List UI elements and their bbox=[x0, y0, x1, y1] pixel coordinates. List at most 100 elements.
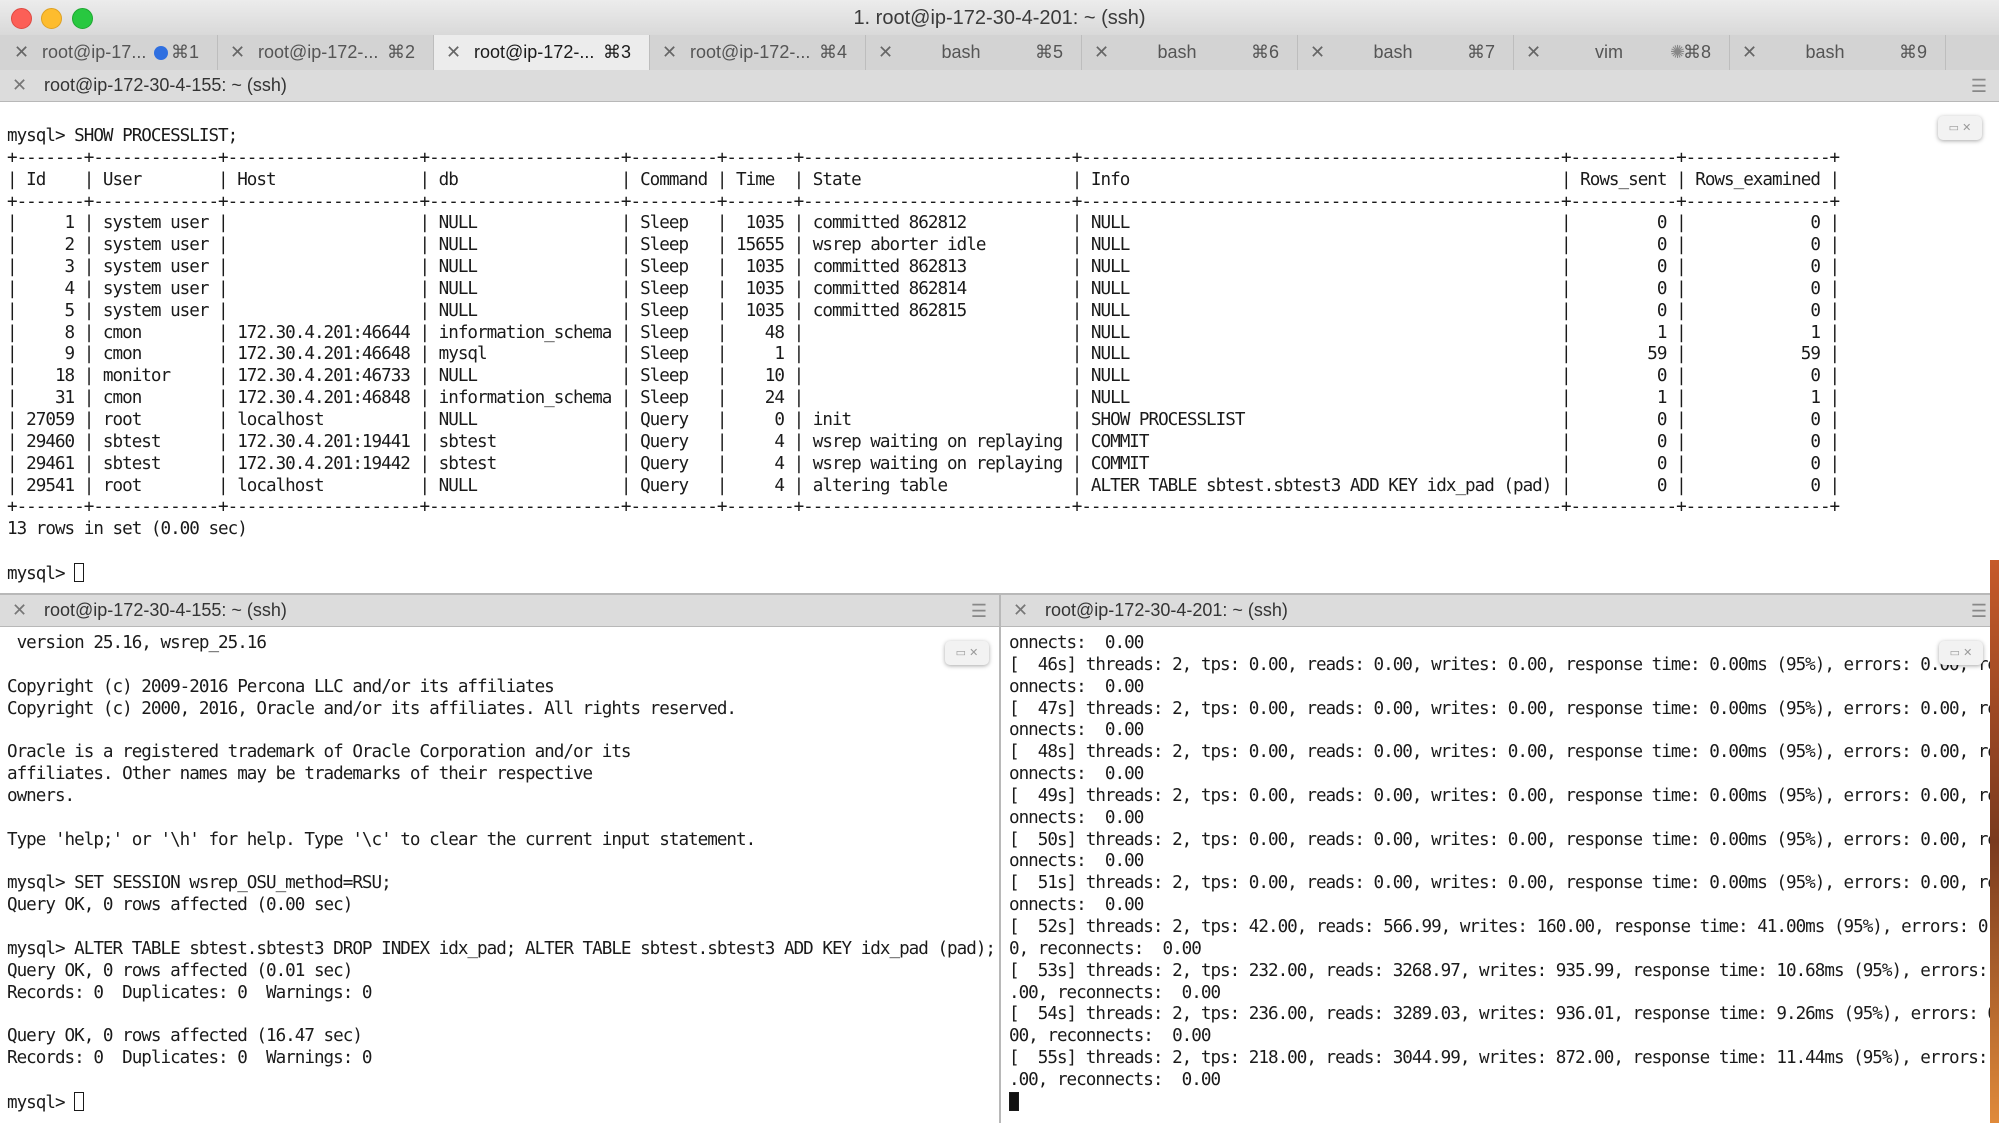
tab-shortcut: ⌘9 bbox=[1898, 42, 1927, 62]
terminal-line: [ 49s] threads: 2, tps: 0.00, reads: 0.0… bbox=[1009, 785, 1990, 806]
tab-8[interactable]: ✕ vim ✺ ⌘8 bbox=[1514, 35, 1730, 70]
terminal-pane-bottom-left[interactable]: version 25.16, wsrep_25.16 Copyright (c)… bbox=[0, 627, 999, 1123]
table-row: | 18 | monitor | 172.30.4.201:46733 | NU… bbox=[7, 366, 1840, 387]
terminal-line: affiliates. Other names may be trademark… bbox=[7, 764, 593, 785]
close-icon[interactable]: ✕ bbox=[1742, 42, 1757, 63]
tab-2[interactable]: ✕ root@ip-172-... ⌘2 bbox=[218, 35, 434, 70]
tab-9[interactable]: ✕ bash ⌘9 bbox=[1730, 35, 1946, 70]
terminal-line: Records: 0 Duplicates: 0 Warnings: 0 bbox=[7, 1048, 373, 1069]
table-row: | 1 | system user | | NULL | Sleep | 103… bbox=[7, 213, 1840, 234]
terminal-line: Oracle is a registered trademark of Orac… bbox=[7, 742, 632, 763]
close-icon[interactable]: ✕ bbox=[662, 42, 677, 63]
terminal-line: version 25.16, wsrep_25.16 bbox=[7, 633, 267, 653]
table-row: | 5 | system user | | NULL | Sleep | 103… bbox=[7, 300, 1840, 321]
tab-1[interactable]: ✕ root@ip-17... ⌘1 bbox=[2, 35, 218, 70]
terminal-line: [ 47s] threads: 2, tps: 0.00, reads: 0.0… bbox=[1009, 698, 1990, 719]
close-icon[interactable]: ✕ bbox=[1526, 42, 1541, 63]
tab-label: root@ip-172-... bbox=[690, 42, 811, 62]
tab-label: vim bbox=[1595, 42, 1623, 62]
terminal-line: [ 51s] threads: 2, tps: 0.00, reads: 0.0… bbox=[1009, 873, 1990, 894]
tab-shortcut: ⌘3 bbox=[602, 42, 631, 62]
tab-label: root@ip-17... bbox=[42, 42, 147, 62]
terminal-line: [ 50s] threads: 2, tps: 0.00, reads: 0.0… bbox=[1009, 829, 1990, 850]
tab-4[interactable]: ✕ root@ip-172-... ⌘4 bbox=[650, 35, 866, 70]
terminal-line: onnects: 0.00 bbox=[1009, 720, 1144, 741]
table-row: | 29541 | root | localhost | NULL | Quer… bbox=[7, 475, 1840, 496]
tab-5[interactable]: ✕ bash ⌘5 bbox=[866, 35, 1082, 70]
terminal-line: Query OK, 0 rows affected (16.47 sec) bbox=[7, 1026, 363, 1047]
result-summary: 13 rows in set (0.00 sec) bbox=[7, 519, 248, 540]
mysql-command: mysql> SHOW PROCESSLIST; bbox=[7, 126, 238, 146]
tab-bar: ✕ root@ip-17... ⌘1 ✕ root@ip-172-... ⌘2 ✕ root@… bbox=[0, 35, 1999, 71]
window-titlebar: 1. root@ip-172-30-4-201: ~ (ssh) bbox=[0, 0, 1999, 36]
terminal-line: [ 52s] threads: 2, tps: 42.00, reads: 56… bbox=[1009, 916, 1990, 937]
pane-menu-icon[interactable]: ☰ bbox=[1971, 601, 1987, 622]
table-border: +-------+-------------+-----------------… bbox=[7, 191, 1840, 212]
scroll-indicator[interactable]: ▭ ✕ bbox=[1938, 116, 1982, 140]
tab-7[interactable]: ✕ bash ⌘7 bbox=[1298, 35, 1514, 70]
terminal-line: .00, reconnects: 0.00 bbox=[1009, 1069, 1221, 1090]
pane-header-bottom-right[interactable]: ✕ root@ip-172-30-4-201: ~ (ssh) ☰ bbox=[1001, 595, 1999, 627]
terminal-line: [ 48s] threads: 2, tps: 0.00, reads: 0.0… bbox=[1009, 742, 1990, 763]
table-row: | 27059 | root | localhost | NULL | Quer… bbox=[7, 409, 1840, 430]
table-row: | 29460 | sbtest | 172.30.4.201:19441 | … bbox=[7, 431, 1840, 452]
terminal-line: Copyright (c) 2009-2016 Percona LLC and/… bbox=[7, 676, 555, 697]
pane-menu-icon[interactable]: ☰ bbox=[1971, 76, 1987, 97]
pane-title-bottom-left: root@ip-172-30-4-155: ~ (ssh) bbox=[44, 600, 287, 620]
pane-title-bottom-right: root@ip-172-30-4-201: ~ (ssh) bbox=[1045, 600, 1288, 620]
close-icon[interactable]: ✕ bbox=[12, 75, 27, 96]
terminal-line: onnects: 0.00 bbox=[1009, 851, 1144, 872]
terminal-line: Copyright (c) 2000, 2016, Oracle and/or … bbox=[7, 698, 737, 719]
tab-label: bash bbox=[1805, 42, 1845, 62]
terminal-pane-bottom-right[interactable]: onnects: 0.00 [ 46s] threads: 2, tps: 0.… bbox=[1001, 627, 1990, 1123]
terminal-line: 00, reconnects: 0.00 bbox=[1009, 1026, 1211, 1047]
tab-shortcut: ⌘2 bbox=[386, 42, 415, 62]
activity-dot-icon bbox=[154, 46, 168, 60]
terminal-line: Query OK, 0 rows affected (0.00 sec) bbox=[7, 895, 353, 916]
table-header: | Id | User | Host | db | Command | Time… bbox=[7, 169, 1840, 190]
terminal-line: Records: 0 Duplicates: 0 Warnings: 0 bbox=[7, 982, 373, 1003]
terminal-line: mysql> ALTER TABLE sbtest.sbtest3 DROP I… bbox=[7, 938, 996, 959]
close-icon[interactable]: ✕ bbox=[230, 42, 245, 63]
mysql-prompt: mysql> bbox=[7, 1092, 75, 1113]
scroll-indicator[interactable]: ▭ ✕ bbox=[945, 641, 989, 665]
pane-header-top[interactable]: ✕ root@ip-172-30-4-155: ~ (ssh) ☰ bbox=[0, 70, 1999, 102]
tab-6[interactable]: ✕ bash ⌘6 bbox=[1082, 35, 1298, 70]
terminal-cursor bbox=[1009, 1091, 1019, 1111]
pane-menu-icon[interactable]: ☰ bbox=[971, 601, 987, 622]
tab-label: bash bbox=[1157, 42, 1197, 62]
terminal-line: onnects: 0.00 bbox=[1009, 764, 1144, 785]
close-icon[interactable]: ✕ bbox=[14, 42, 29, 63]
tab-shortcut: ⌘4 bbox=[818, 42, 847, 62]
close-icon[interactable]: ✕ bbox=[1094, 42, 1109, 63]
terminal-output-bottom-right: onnects: 0.00 [ 46s] threads: 2, tps: 0.… bbox=[1009, 633, 1990, 1115]
table-row: | 31 | cmon | 172.30.4.201:46848 | infor… bbox=[7, 388, 1840, 409]
pane-header-bottom-left[interactable]: ✕ root@ip-172-30-4-155: ~ (ssh) ☰ bbox=[0, 595, 999, 627]
close-icon[interactable]: ✕ bbox=[878, 42, 893, 63]
terminal-line: mysql> SET SESSION wsrep_OSU_method=RSU; bbox=[7, 873, 392, 894]
table-row: | 9 | cmon | 172.30.4.201:46648 | mysql … bbox=[7, 344, 1840, 365]
tab-label: bash bbox=[1373, 42, 1413, 62]
desktop-edge bbox=[1990, 560, 1999, 1123]
terminal-pane-top[interactable]: mysql> SHOW PROCESSLIST; +-------+------… bbox=[0, 102, 1999, 593]
terminal-line: Type 'help;' or '\h' for help. Type '\c'… bbox=[7, 829, 756, 850]
close-icon[interactable]: ✕ bbox=[1013, 600, 1028, 621]
terminal-line: [ 53s] threads: 2, tps: 232.00, reads: 3… bbox=[1009, 960, 1990, 981]
terminal-output-bottom-left: version 25.16, wsrep_25.16 Copyright (c)… bbox=[7, 633, 996, 1115]
tab-label: bash bbox=[941, 42, 981, 62]
tab-3[interactable]: ✕ root@ip-172-... ⌘3 bbox=[434, 35, 650, 70]
terminal-line: .00, reconnects: 0.00 bbox=[1009, 982, 1221, 1003]
terminal-line: onnects: 0.00 bbox=[1009, 633, 1144, 653]
terminal-line: onnects: 0.00 bbox=[1009, 676, 1144, 697]
terminal-cursor bbox=[74, 562, 85, 582]
table-border: +-------+-------------+-----------------… bbox=[7, 497, 1840, 518]
close-icon[interactable]: ✕ bbox=[12, 600, 27, 621]
table-row: | 8 | cmon | 172.30.4.201:46644 | inform… bbox=[7, 322, 1840, 343]
terminal-output-top: mysql> SHOW PROCESSLIST; +-------+------… bbox=[7, 126, 1840, 586]
terminal-line: onnects: 0.00 bbox=[1009, 895, 1144, 916]
scroll-indicator[interactable]: ▭ ✕ bbox=[1939, 641, 1983, 665]
tab-shortcut: ⌘6 bbox=[1250, 42, 1279, 62]
close-icon[interactable]: ✕ bbox=[446, 42, 461, 63]
close-icon[interactable]: ✕ bbox=[1310, 42, 1325, 63]
terminal-line: onnects: 0.00 bbox=[1009, 807, 1144, 828]
